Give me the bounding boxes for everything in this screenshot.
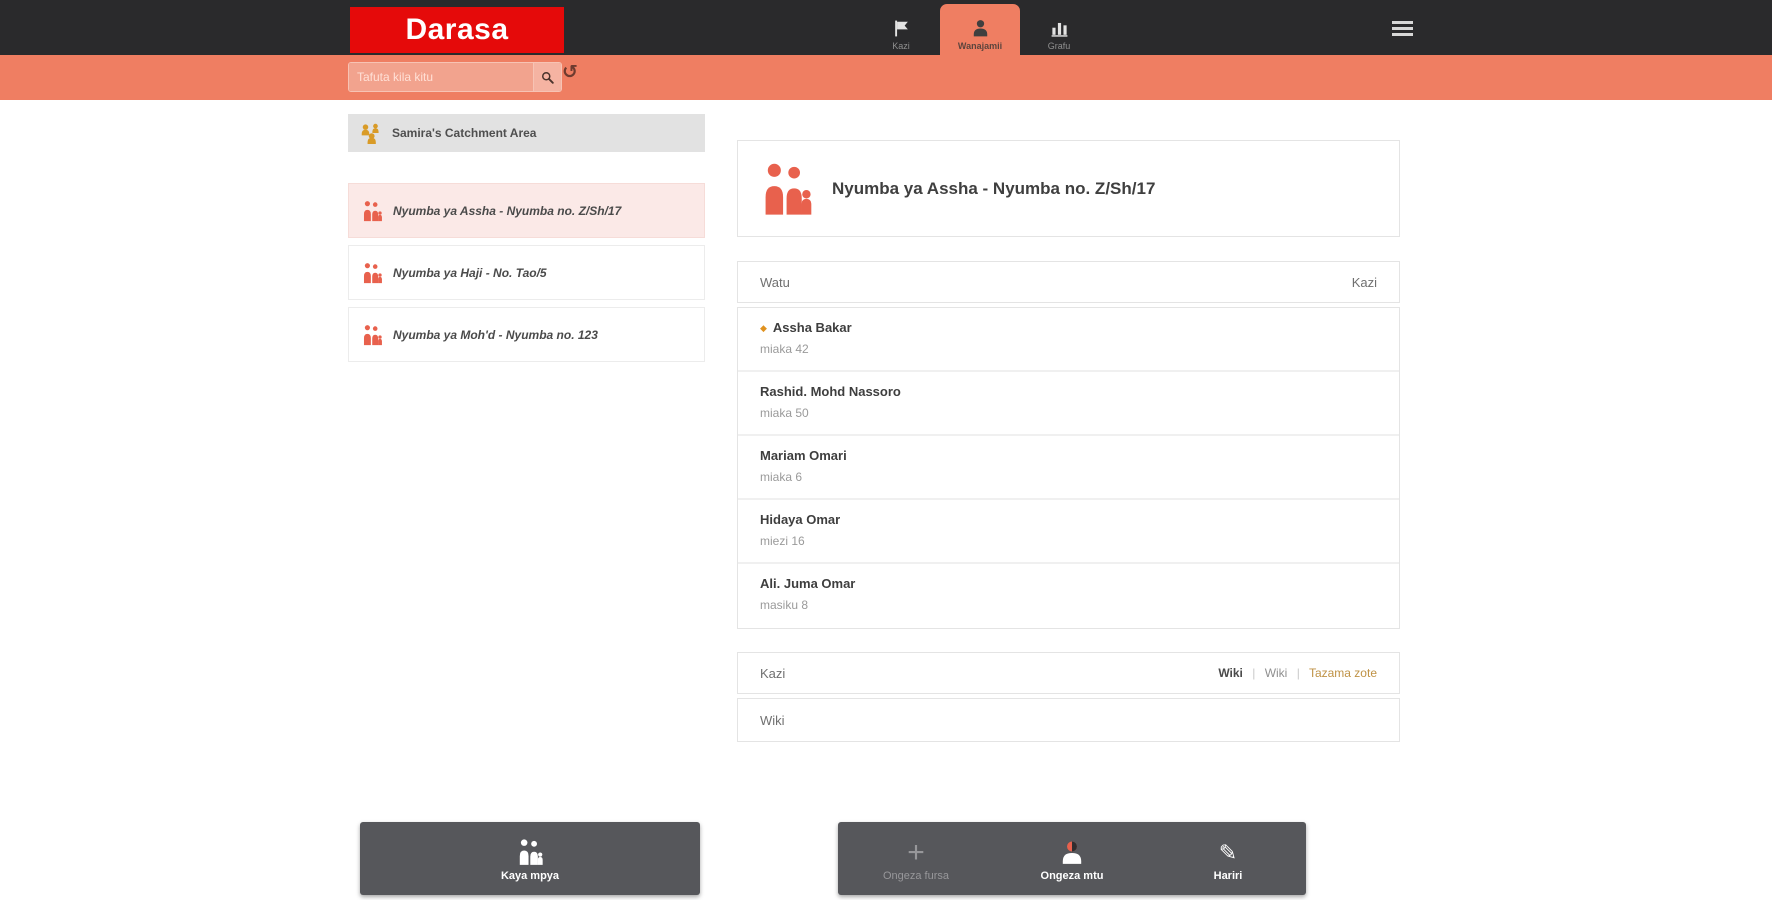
task-group-row[interactable]: Wiki: [737, 698, 1400, 742]
person-name: Rashid. Mohd Nassoro: [760, 384, 901, 399]
button-label: Ongeza fursa: [882, 869, 950, 882]
filter-separator: |: [1296, 666, 1300, 680]
top-bar: Darasa Kazi Wanajamii Grafu: [0, 0, 1772, 55]
nav-tabs: Kazi Wanajamii Grafu: [872, 0, 1088, 55]
person-age: miaka 42: [760, 342, 809, 356]
person-row-assha[interactable]: ◆ Assha Bakar miaka 42: [738, 308, 1399, 372]
person-row-mariam[interactable]: Mariam Omari miaka 6: [738, 436, 1399, 500]
person-name: Mariam Omari: [760, 448, 847, 463]
search-bar: ↺: [0, 55, 1772, 100]
sidebar-action-bar: Kaya mpya: [360, 822, 700, 895]
task-group-label: Wiki: [760, 712, 785, 728]
bar-chart-icon: [1050, 17, 1069, 39]
search-input[interactable]: [349, 63, 533, 91]
person-name: Hidaya Omar: [760, 512, 841, 527]
person-icon: [971, 17, 990, 39]
family-icon: [361, 324, 383, 346]
flag-diamond-icon: ◆: [760, 323, 767, 333]
filter-separator: |: [1252, 666, 1256, 680]
filter-wiki-active[interactable]: Wiki: [1218, 666, 1243, 680]
person-age: miaka 50: [760, 406, 809, 420]
family-icon: [516, 836, 544, 866]
person-age: masiku 8: [760, 598, 809, 612]
refresh-icon[interactable]: ↺: [562, 61, 578, 84]
tab-grafu[interactable]: Grafu: [1030, 4, 1088, 55]
family-icon: [361, 262, 383, 284]
pencil-icon: ✎: [1218, 839, 1238, 865]
button-label: Hariri: [1213, 869, 1243, 882]
add-person-button[interactable]: Ongeza mtu: [1012, 836, 1132, 882]
household-label: Nyumba ya Moh'd - Nyumba no. 123: [393, 327, 598, 342]
person-row-ali[interactable]: Ali. Juma Omar masiku 8: [738, 564, 1399, 628]
person-name: ◆ Assha Bakar: [760, 320, 852, 335]
filter-wiki[interactable]: Wiki: [1265, 666, 1288, 680]
sidebar-item-household-haji[interactable]: Nyumba ya Haji - No. Tao/5: [348, 245, 705, 300]
tasks-header-row: Kazi Wiki | Wiki | Tazama zote: [737, 652, 1400, 694]
family-icon: [361, 200, 383, 222]
tasks-header-title: Kazi: [760, 665, 786, 681]
tab-wanajamii[interactable]: Wanajamii: [940, 4, 1020, 55]
sidebar-item-catchment-area[interactable]: Samira's Catchment Area: [348, 114, 705, 152]
people-header-right: Kazi: [1351, 274, 1377, 290]
detail-action-bar: + Ongeza fursa Ongeza mtu ✎ Hariri: [838, 822, 1306, 895]
button-label: Ongeza mtu: [1040, 869, 1104, 882]
person-age: miezi 16: [760, 534, 805, 548]
person-name: Ali. Juma Omar: [760, 576, 856, 591]
household-label: Nyumba ya Haji - No. Tao/5: [393, 265, 547, 280]
tab-kazi[interactable]: Kazi: [872, 4, 930, 55]
search-box: [348, 62, 562, 92]
new-household-button[interactable]: Kaya mpya: [470, 836, 590, 882]
people-group-icon: [360, 122, 382, 144]
plus-icon: +: [907, 835, 925, 869]
people-list: ◆ Assha Bakar miaka 42 Rashid. Mohd Nasso…: [737, 307, 1400, 629]
add-person-icon: [1059, 836, 1085, 866]
app-logo: Darasa: [350, 7, 564, 53]
household-header-card: Nyumba ya Assha - Nyumba no. Z/Sh/17: [737, 140, 1400, 237]
tab-label: Wanajamii: [957, 41, 1003, 51]
family-icon-large: [758, 161, 814, 217]
edit-button[interactable]: ✎ Hariri: [1168, 836, 1288, 882]
button-label: Kaya mpya: [500, 869, 560, 882]
person-age: miaka 6: [760, 470, 803, 484]
menu-icon[interactable]: [1392, 21, 1413, 36]
person-row-hidaya[interactable]: Hidaya Omar miezi 16: [738, 500, 1399, 564]
flag-icon: [892, 17, 911, 39]
person-row-rashid[interactable]: Rashid. Mohd Nassoro miaka 50: [738, 372, 1399, 436]
sidebar-item-household-mohd[interactable]: Nyumba ya Moh'd - Nyumba no. 123: [348, 307, 705, 362]
add-opportunity-button[interactable]: + Ongeza fursa: [856, 836, 976, 882]
sidebar-item-household-assha[interactable]: Nyumba ya Assha - Nyumba no. Z/Sh/17: [348, 183, 705, 238]
catchment-label: Samira's Catchment Area: [392, 126, 537, 140]
tab-label: Kazi: [892, 41, 910, 51]
view-all-link[interactable]: Tazama zote: [1309, 666, 1377, 680]
search-icon: [540, 70, 555, 85]
tab-label: Grafu: [1047, 41, 1071, 51]
darasa-app: Darasa Kazi Wanajamii Grafu Tafuta kila …: [0, 0, 1772, 900]
household-label: Nyumba ya Assha - Nyumba no. Z/Sh/17: [393, 203, 622, 218]
household-title: Nyumba ya Assha - Nyumba no. Z/Sh/17: [832, 178, 1156, 198]
search-button[interactable]: [533, 63, 561, 91]
people-header-left: Watu: [760, 274, 790, 290]
people-header-row: Watu Kazi: [737, 261, 1400, 303]
tasks-filters: Wiki | Wiki | Tazama zote: [1218, 666, 1377, 680]
